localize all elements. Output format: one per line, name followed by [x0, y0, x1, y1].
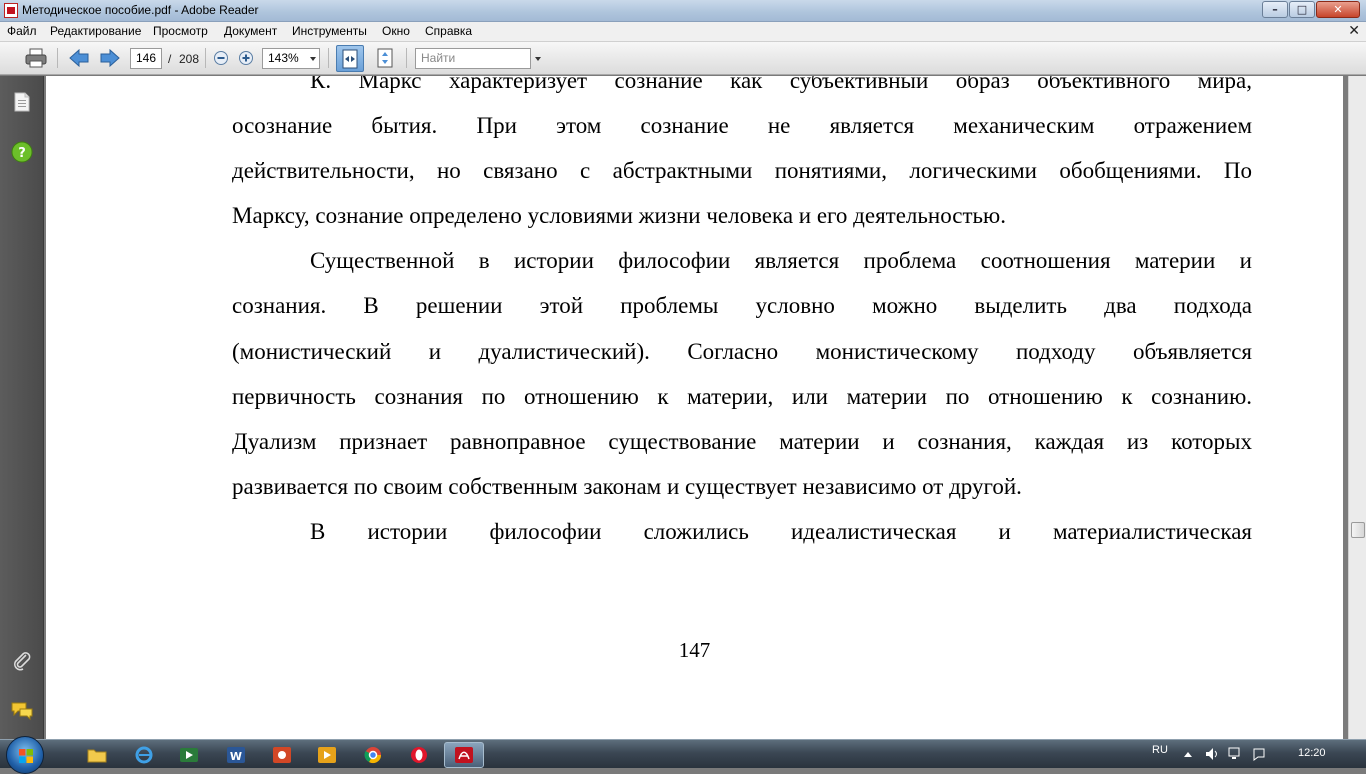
word-icon: W — [227, 747, 245, 763]
fit-width-icon — [342, 49, 358, 68]
menu-tools[interactable]: Инструменты — [292, 24, 367, 38]
powerpoint-icon — [273, 747, 291, 763]
arrow-right-icon — [100, 49, 120, 67]
menu-view[interactable]: Просмотр — [153, 24, 208, 38]
internet-explorer-icon — [135, 746, 153, 764]
menu-edit[interactable]: Редактирование — [50, 24, 141, 38]
text-line: сознания. В решении этой проблемы условн… — [232, 293, 1252, 318]
text-line: действительности, но связано с абстрактн… — [232, 158, 1252, 183]
video-player-icon — [318, 747, 336, 763]
volume-icon[interactable] — [1205, 747, 1221, 761]
text-line: первичность сознания по отношению к мате… — [232, 384, 1252, 409]
chevron-down-icon — [310, 57, 316, 61]
menu-document[interactable]: Документ — [224, 24, 277, 38]
network-icon[interactable] — [1228, 747, 1244, 761]
fit-page-icon — [377, 48, 393, 68]
windows-logo-icon — [19, 749, 33, 763]
zoom-in-icon — [239, 51, 253, 65]
ppt-taskbar-button[interactable] — [262, 742, 302, 768]
opera-taskbar-button[interactable] — [399, 742, 439, 768]
print-button[interactable] — [23, 46, 49, 70]
next-page-button[interactable] — [97, 46, 123, 70]
window-title: Методическое пособие.pdf - Adobe Reader — [22, 3, 259, 17]
navigation-panel: ? — [0, 76, 44, 739]
opera-icon — [411, 747, 427, 763]
menu-help[interactable]: Справка — [425, 24, 472, 38]
document-view[interactable]: К. Маркс характеризует сознание как субъ… — [45, 76, 1348, 739]
text-line: Существенной в истории философии являетс… — [310, 248, 1252, 273]
show-hidden-icons-icon[interactable] — [1183, 750, 1193, 758]
adobe-reader-icon — [4, 3, 18, 18]
page-number-input[interactable]: 146 — [130, 48, 162, 69]
chrome-taskbar-button[interactable] — [353, 742, 393, 768]
media-taskbar-button[interactable] — [169, 742, 209, 768]
zoom-in-button[interactable] — [233, 46, 259, 70]
next-pdf-page — [46, 696, 1343, 739]
folder-icon — [87, 749, 107, 763]
attachments-icon[interactable] — [10, 649, 34, 673]
clock[interactable]: 12:20 — [1298, 747, 1326, 759]
toolbar: 146 / 208 143% Найти — [0, 42, 1366, 75]
arrow-left-icon — [69, 49, 89, 67]
action-center-icon[interactable] — [1252, 747, 1268, 761]
svg-text:?: ? — [18, 146, 26, 161]
zoom-out-icon — [214, 51, 228, 65]
word-taskbar-button[interactable]: W — [216, 742, 256, 768]
text-line: осознание бытия. При этом сознание не яв… — [232, 113, 1252, 138]
fit-page-button[interactable] — [372, 46, 398, 70]
taskbar: W RU 12:20 — [0, 736, 1366, 774]
fit-width-button[interactable] — [336, 45, 364, 72]
video-taskbar-button[interactable] — [307, 742, 347, 768]
ie-taskbar-button[interactable] — [124, 742, 164, 768]
vertical-scrollbar[interactable] — [1348, 76, 1366, 739]
text-line: Дуализм признает равноправное существова… — [232, 429, 1252, 454]
start-button[interactable] — [6, 736, 44, 774]
printer-icon — [25, 48, 47, 68]
comments-icon[interactable] — [10, 699, 34, 723]
media-player-icon — [180, 748, 198, 762]
text-line: К. Маркс характеризует сознание как субъ… — [310, 76, 1252, 93]
menu-bar: Файл Редактирование Просмотр Документ Ин… — [0, 22, 1366, 42]
minimize-button[interactable]: – — [1262, 1, 1288, 18]
chrome-icon — [364, 747, 382, 764]
text-line: (монистический и дуалистический). Соглас… — [232, 339, 1252, 364]
text-line: развивается по своим собственным законам… — [232, 474, 1022, 499]
adobe-reader-taskbar-button[interactable] — [444, 742, 484, 768]
text-line: В истории философии сложились идеалистич… — [310, 519, 1252, 544]
scrollbar-thumb[interactable] — [1351, 522, 1365, 538]
find-dropdown-icon[interactable] — [535, 57, 541, 61]
text-line: Марксу, сознание определено условиями жи… — [232, 203, 1006, 228]
explorer-taskbar-button[interactable] — [77, 742, 117, 768]
total-pages: 208 — [179, 52, 200, 66]
close-button[interactable]: ✕ — [1316, 1, 1360, 18]
title-bar: Методическое пособие.pdf - Adobe Reader … — [0, 0, 1366, 22]
page-separator: / — [168, 52, 172, 66]
find-input[interactable]: Найти — [415, 48, 531, 69]
close-document-icon[interactable]: ✕ — [1348, 23, 1360, 39]
pages-icon[interactable] — [10, 90, 34, 114]
help-icon[interactable]: ? — [10, 140, 34, 164]
maximize-button[interactable]: □ — [1289, 1, 1315, 18]
previous-page-button[interactable] — [66, 46, 92, 70]
page-number: 147 — [678, 638, 711, 662]
zoom-out-button[interactable] — [208, 46, 234, 70]
menu-window[interactable]: Окно — [382, 24, 410, 38]
adobe-reader-icon — [455, 747, 473, 763]
pdf-page: К. Маркс характеризует сознание как субъ… — [46, 76, 1343, 739]
menu-file[interactable]: Файл — [7, 24, 37, 38]
language-indicator[interactable]: RU — [1152, 744, 1168, 756]
svg-text:W: W — [230, 750, 242, 763]
